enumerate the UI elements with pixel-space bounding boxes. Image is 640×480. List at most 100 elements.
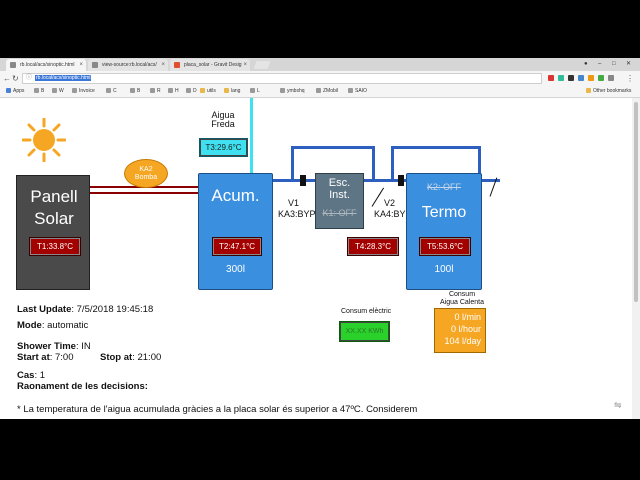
t4-sensor: T4:28.3°C xyxy=(347,237,399,256)
v1-label: V1 xyxy=(288,198,300,208)
hot-water-consumption: 0 l/min 0 l/hour 104 l/day xyxy=(434,308,486,353)
consum-per-min: 0 l/min xyxy=(454,312,481,322)
info-icon: ⓘ xyxy=(26,75,33,81)
url-input[interactable]: ⓘ rb.local/acs/sinoptic.html xyxy=(22,73,542,84)
k1-status: K1: OFF xyxy=(322,208,357,218)
close-tab-icon[interactable]: × xyxy=(79,59,83,71)
pump-ka2: KA2 Bomba xyxy=(124,159,168,188)
bookmark-item[interactable]: R xyxy=(150,86,161,97)
extension-icon[interactable] xyxy=(578,75,584,81)
bookmark-item[interactable]: B xyxy=(130,86,140,97)
url-text: rb.local/acs/sinoptic.html xyxy=(35,75,92,81)
valve-v1 xyxy=(300,175,306,186)
close-tab-icon[interactable]: × xyxy=(161,59,165,71)
page-favicon-icon xyxy=(92,62,98,68)
last-update: Last Update: 7/5/2018 19:45:18 xyxy=(17,304,154,315)
bookmark-item[interactable]: L xyxy=(250,86,260,97)
return-pipe xyxy=(90,192,200,194)
consum-per-day: 104 l/day xyxy=(444,336,481,346)
address-bar: ← ↻ ⓘ rb.local/acs/sinoptic.html ⋮ xyxy=(0,71,640,86)
extension-icon[interactable] xyxy=(568,75,574,81)
extension-icon[interactable] xyxy=(608,75,614,81)
bookmark-item[interactable]: ymbshq xyxy=(280,86,305,97)
cas: Cas: 1 xyxy=(17,370,45,381)
bookmark-folder[interactable]: utils xyxy=(200,86,216,97)
bookmark-item[interactable]: B xyxy=(34,86,44,97)
extension-icon[interactable] xyxy=(548,75,554,81)
bookmark-item[interactable]: C xyxy=(106,86,117,97)
gravit-favicon-icon xyxy=(174,62,180,68)
consum-per-hour: 0 l/hour xyxy=(450,324,481,334)
sun-icon xyxy=(22,118,66,162)
diagonal-line xyxy=(371,187,385,207)
termo-title: Termo xyxy=(421,204,467,221)
tab-strip: rb.local/acs/sinoptic.html × view-source… xyxy=(0,58,640,71)
k2-status: K2: OFF xyxy=(426,182,461,192)
extension-icon[interactable] xyxy=(558,75,564,81)
extension-icon[interactable] xyxy=(598,75,604,81)
tab-gravit[interactable]: placa_solar - Gravit Desig × xyxy=(170,59,250,71)
reload-icon[interactable]: ↻ xyxy=(12,73,19,84)
cold-water-label: Aigua Freda xyxy=(211,110,235,129)
t5-sensor: T5:53.6°C xyxy=(419,237,471,256)
user-icon[interactable]: ● xyxy=(584,58,588,70)
bypass-pipe-v1b xyxy=(372,146,375,181)
t1-sensor: T1:33.8°C xyxy=(29,237,81,256)
solar-panel: Panell Solar T1:33.8°C xyxy=(16,175,90,290)
consum-aigua-label: Consum Aigua Calenta xyxy=(440,291,484,306)
termo-volume: 100l xyxy=(434,264,454,275)
pump-label: KA2 xyxy=(139,166,153,173)
tab-sinoptic[interactable]: rb.local/acs/sinoptic.html × xyxy=(6,59,86,71)
extension-icon[interactable] xyxy=(588,75,594,81)
inst-title-2: Inst. xyxy=(329,189,350,201)
bypass-pipe-v2a xyxy=(391,146,394,181)
panel-title-line1: Panell xyxy=(30,187,78,206)
screen: rb.local/acs/sinoptic.html × view-source… xyxy=(0,0,640,480)
valve-v2 xyxy=(398,175,404,186)
close-window-icon[interactable]: ✕ xyxy=(626,58,631,70)
close-tab-icon[interactable]: × xyxy=(243,59,247,71)
dev-tools-icon[interactable]: ⇋ xyxy=(614,400,622,411)
bookmark-item[interactable]: ZMobil xyxy=(316,86,338,97)
scrollbar-thumb[interactable] xyxy=(634,102,638,302)
t3-sensor: T3:29.6°C xyxy=(199,138,248,157)
bypass-pipe-2 xyxy=(391,146,481,149)
pump-sublabel: Bomba xyxy=(134,174,158,181)
t2-sensor: T2:47.1°C xyxy=(212,237,262,256)
cold-water-pipe xyxy=(250,98,253,176)
bookmarks-bar: Apps B W Invoice C B R H D utils lang L … xyxy=(0,86,640,98)
bookmark-item[interactable]: H xyxy=(168,86,179,97)
bypass-pipe-1 xyxy=(291,146,375,149)
accumulator-tank: Acum. T2:47.1°C 300l xyxy=(198,173,273,290)
page-favicon-icon xyxy=(10,62,16,68)
shower-time: Shower Time: IN xyxy=(17,341,91,352)
instant-heater: Esc. Inst. K1: OFF xyxy=(315,173,364,229)
bookmark-item[interactable]: D xyxy=(186,86,197,97)
other-bookmarks[interactable]: Other bookmarks xyxy=(586,86,631,97)
bookmark-apps[interactable]: Apps xyxy=(6,86,24,97)
mode: Mode: automatic xyxy=(17,320,89,331)
tab-view-source[interactable]: view-source:rb.local/acs/ × xyxy=(88,59,168,71)
back-icon[interactable]: ← xyxy=(3,73,11,84)
new-tab-button[interactable] xyxy=(253,61,271,69)
menu-icon[interactable]: ⋮ xyxy=(626,73,634,84)
tab-label: rb.local/acs/sinoptic.html xyxy=(20,62,75,68)
bookmark-item[interactable]: SAIO xyxy=(348,86,367,97)
minimize-icon[interactable]: – xyxy=(598,58,601,70)
bypass-pipe-v1a xyxy=(291,146,294,181)
maximize-icon[interactable]: □ xyxy=(612,58,616,70)
inst-title-1: Esc. xyxy=(328,177,351,189)
bookmark-item[interactable]: W xyxy=(52,86,64,97)
v2-label: V2 xyxy=(384,198,396,208)
termo-tank: K2: OFF Termo T5:53.6°C 100l xyxy=(406,173,482,290)
reasoning-heading: Raonament de les decisions: xyxy=(17,381,148,392)
consum-electric-value: XX.XX KWh xyxy=(339,321,390,342)
bookmark-item[interactable]: Invoice xyxy=(72,86,95,97)
acum-title: Acum. xyxy=(211,186,260,205)
tab-label: placa_solar - Gravit Desig xyxy=(184,62,242,68)
start-at: Start at: 7:00 xyxy=(17,352,74,363)
folder-icon xyxy=(586,88,591,93)
apps-icon xyxy=(6,88,11,93)
bookmark-folder[interactable]: lang xyxy=(224,86,240,97)
consum-electric-label: Consum elèctric xyxy=(341,308,392,315)
